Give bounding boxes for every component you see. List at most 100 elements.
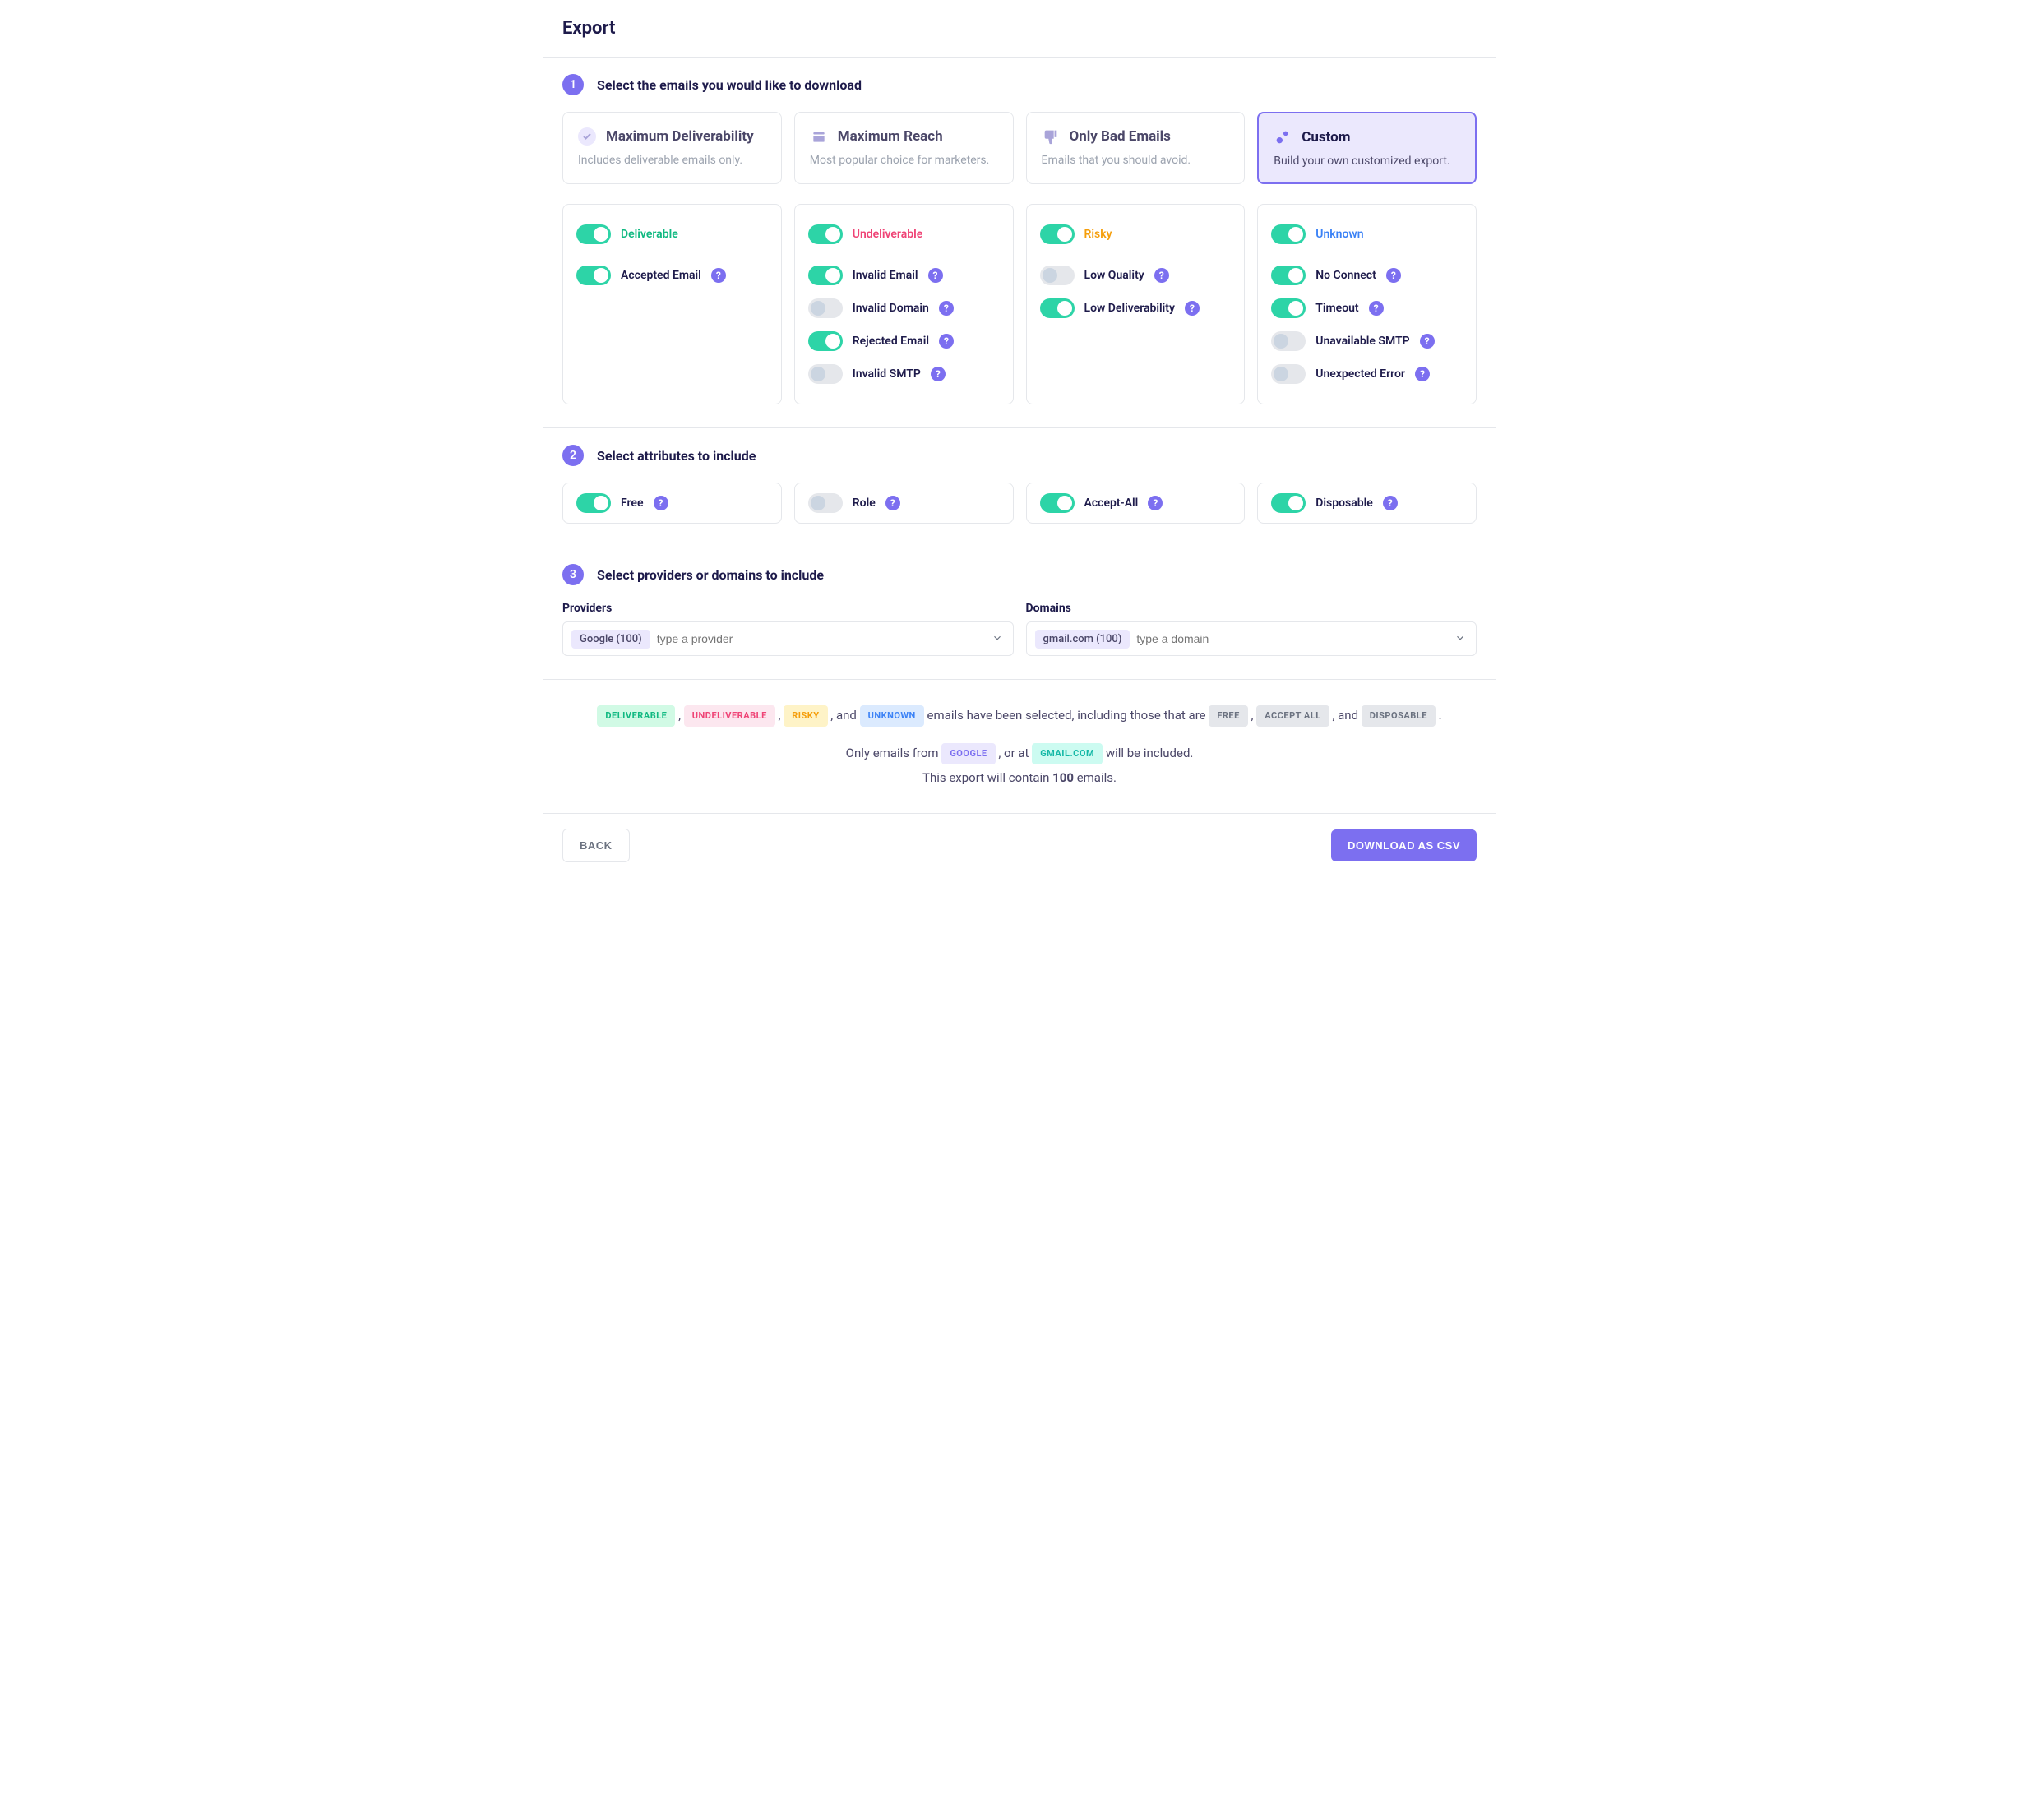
toggle-low-deliverability[interactable] — [1040, 298, 1075, 318]
attr-label: Role — [853, 497, 876, 510]
category-unknown: Unknown No Connect ? Timeout ? Unavailab… — [1257, 204, 1477, 404]
step-badge-2: 2 — [562, 445, 584, 466]
back-button[interactable]: BACK — [562, 829, 630, 862]
providers-input[interactable] — [657, 632, 1005, 645]
toggle-unexpected-error[interactable] — [1271, 364, 1306, 384]
summary-text: Only emails from — [846, 746, 942, 760]
summary-text: , and — [1332, 708, 1361, 723]
step-2-title: Select attributes to include — [597, 448, 756, 464]
domains-input[interactable] — [1136, 632, 1468, 645]
category-label: Risky — [1084, 228, 1112, 241]
help-icon[interactable]: ? — [1420, 334, 1435, 349]
toggle-invalid-smtp[interactable] — [808, 364, 843, 384]
step-1-title: Select the emails you would like to down… — [597, 77, 862, 93]
summary-text: This export will contain — [922, 770, 1052, 785]
step-2-section: 2 Select attributes to include Free ? Ro… — [543, 428, 1496, 547]
stack-icon — [810, 127, 828, 146]
toggle-label: No Connect — [1315, 269, 1376, 282]
toggle-label: Invalid Domain — [853, 302, 929, 315]
toggle-role[interactable] — [808, 493, 843, 513]
help-icon[interactable]: ? — [939, 334, 954, 349]
category-risky: Risky Low Quality ? Low Deliverability ? — [1026, 204, 1246, 404]
download-csv-button[interactable]: DOWNLOAD AS CSV — [1331, 829, 1477, 861]
help-icon[interactable]: ? — [1383, 496, 1398, 510]
provider-chip[interactable]: Google (100) — [571, 630, 650, 649]
step-badge-3: 3 — [562, 564, 584, 585]
step-3-title: Select providers or domains to include — [597, 567, 824, 583]
domains-select[interactable]: gmail.com (100) — [1026, 621, 1477, 656]
providers-select[interactable]: Google (100) — [562, 621, 1014, 656]
help-icon[interactable]: ? — [1415, 367, 1430, 381]
pill-undeliverable: UNDELIVERABLE — [684, 705, 775, 727]
toggle-disposable[interactable] — [1271, 493, 1306, 513]
export-count: 100 — [1052, 770, 1074, 785]
category-label: Undeliverable — [853, 228, 923, 241]
page-title: Export — [562, 18, 1477, 39]
domain-chip[interactable]: gmail.com (100) — [1035, 630, 1130, 649]
preset-desc: Emails that you should avoid. — [1042, 154, 1230, 167]
check-circle-icon — [578, 127, 596, 146]
footer: BACK DOWNLOAD AS CSV — [543, 814, 1496, 877]
help-icon[interactable]: ? — [1148, 496, 1163, 510]
attr-label: Accept-All — [1084, 497, 1139, 510]
pill-gmail: GMAIL.COM — [1032, 743, 1103, 764]
chevron-down-icon — [1454, 631, 1466, 647]
attr-free: Free ? — [562, 483, 782, 524]
attr-label: Disposable — [1315, 497, 1373, 510]
category-deliverable: Deliverable Accepted Email ? — [562, 204, 782, 404]
preset-desc: Build your own customized export. — [1274, 155, 1460, 168]
help-icon[interactable]: ? — [1369, 301, 1384, 316]
gears-icon — [1274, 128, 1292, 146]
preset-custom[interactable]: Custom Build your own customized export. — [1257, 112, 1477, 184]
toggle-accept-all[interactable] — [1040, 493, 1075, 513]
help-icon[interactable]: ? — [885, 496, 900, 510]
preset-max-deliverability[interactable]: Maximum Deliverability Includes delivera… — [562, 112, 782, 184]
category-label: Deliverable — [621, 228, 678, 241]
toggle-risky[interactable] — [1040, 224, 1075, 244]
help-icon[interactable]: ? — [654, 496, 668, 510]
toggle-invalid-domain[interactable] — [808, 298, 843, 318]
summary-text: emails have been selected, including tho… — [927, 708, 1209, 723]
toggle-deliverable[interactable] — [576, 224, 611, 244]
toggle-unavailable-smtp[interactable] — [1271, 331, 1306, 351]
toggle-label: Rejected Email — [853, 335, 929, 348]
attr-accept-all: Accept-All ? — [1026, 483, 1246, 524]
toggle-invalid-email[interactable] — [808, 266, 843, 285]
toggle-rejected-email[interactable] — [808, 331, 843, 351]
help-icon[interactable]: ? — [711, 268, 726, 283]
attr-label: Free — [621, 497, 644, 510]
preset-desc: Includes deliverable emails only. — [578, 154, 766, 167]
attr-role: Role ? — [794, 483, 1014, 524]
toggle-label: Timeout — [1315, 302, 1358, 315]
preset-title: Maximum Reach — [838, 128, 943, 145]
help-icon[interactable]: ? — [939, 301, 954, 316]
preset-bad-emails[interactable]: Only Bad Emails Emails that you should a… — [1026, 112, 1246, 184]
step-badge-1: 1 — [562, 74, 584, 95]
pill-disposable: DISPOSABLE — [1362, 705, 1436, 727]
help-icon[interactable]: ? — [1386, 268, 1401, 283]
toggle-no-connect[interactable] — [1271, 266, 1306, 285]
toggle-accepted-email[interactable] — [576, 266, 611, 285]
domains-label: Domains — [1026, 602, 1477, 615]
toggle-label: Unavailable SMTP — [1315, 335, 1409, 348]
toggle-label: Invalid SMTP — [853, 367, 921, 381]
toggle-label: Invalid Email — [853, 269, 918, 282]
preset-title: Custom — [1302, 129, 1350, 146]
summary-text: , and — [830, 708, 859, 723]
preset-max-reach[interactable]: Maximum Reach Most popular choice for ma… — [794, 112, 1014, 184]
help-icon[interactable]: ? — [931, 367, 946, 381]
help-icon[interactable]: ? — [1154, 268, 1169, 283]
help-icon[interactable]: ? — [928, 268, 943, 283]
pill-accept-all: ACCEPT ALL — [1256, 705, 1329, 727]
category-label: Unknown — [1315, 228, 1363, 241]
export-summary: DELIVERABLE , UNDELIVERABLE , RISKY , an… — [543, 680, 1496, 814]
providers-label: Providers — [562, 602, 1014, 615]
summary-text: , or at — [998, 746, 1032, 760]
toggle-timeout[interactable] — [1271, 298, 1306, 318]
toggle-undeliverable[interactable] — [808, 224, 843, 244]
toggle-free[interactable] — [576, 493, 611, 513]
toggle-label: Accepted Email — [621, 269, 701, 282]
toggle-low-quality[interactable] — [1040, 266, 1075, 285]
help-icon[interactable]: ? — [1185, 301, 1200, 316]
toggle-unknown[interactable] — [1271, 224, 1306, 244]
